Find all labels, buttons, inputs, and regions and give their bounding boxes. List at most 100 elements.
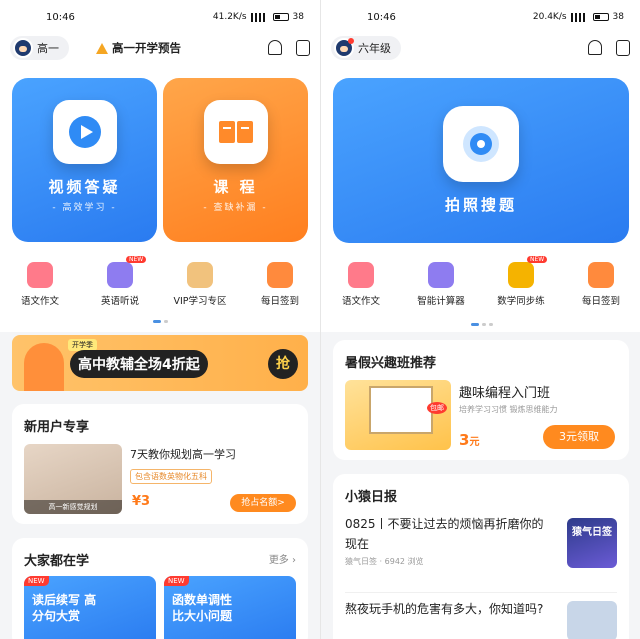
section-title: 小猿日报 <box>345 490 398 505</box>
new-user-card: 新用户专享 高一新感觉规划 7天教你规划高一学习 包含语数英物化五科 ¥3 抢占… <box>12 404 308 524</box>
photo-search-card[interactable]: 拍照搜题 <box>333 78 629 243</box>
course-price: ¥3 <box>132 494 151 509</box>
status-bar: 10:46 20.4K/s 38 <box>321 0 640 34</box>
essay-icon <box>348 262 374 288</box>
notice-link[interactable]: 高一开学预告 <box>96 40 181 56</box>
interest-desc: 培养学习习惯 锻炼思维能力 <box>459 405 558 414</box>
network-speed: 41.2K/s <box>212 12 247 22</box>
bell-icon[interactable] <box>588 40 602 55</box>
popular-item[interactable]: NEW 读后续写 高分句大赏 <box>24 576 156 639</box>
grade-label: 六年级 <box>358 42 391 55</box>
news-thumbnail: 猿气日签 <box>567 518 617 568</box>
course-card[interactable]: 课 程 - 查缺补漏 - <box>163 78 308 242</box>
more-link[interactable]: 更多 › <box>269 551 296 566</box>
interest-course-name: 趣味编程入门班 <box>459 386 551 401</box>
quick-item-calculator[interactable]: 智能计算器 <box>401 262 481 322</box>
avatar <box>13 38 33 58</box>
right-screen: 10:46 20.4K/s 38 六年级 拍照搜题 语文作文 智能计算器 NEW 数… <box>320 0 640 639</box>
news-title: 0825丨不要让过去的烦恼再折磨你的现在 <box>345 517 544 551</box>
quick-item-essay[interactable]: 语文作文 <box>321 262 401 322</box>
bell-icon[interactable] <box>268 40 282 55</box>
video-qa-card[interactable]: 视频答疑 - 高效学习 - <box>12 78 157 242</box>
quick-label: 智能计算器 <box>417 296 465 307</box>
interest-price: 3 <box>459 431 470 449</box>
video-qa-title: 视频答疑 <box>48 178 121 196</box>
interest-unit: 元 <box>469 437 480 448</box>
quick-label: VIP学习专区 <box>173 296 227 307</box>
new-badge: NEW <box>527 256 548 263</box>
document-icon[interactable] <box>616 40 630 56</box>
course-sub: - 查缺补漏 - <box>203 203 268 213</box>
calendar-icon <box>267 262 293 288</box>
network-speed: 20.4K/s <box>532 12 567 22</box>
news-item[interactable]: 熬夜玩手机的危害有多大，你知道吗? <box>345 592 617 639</box>
status-time: 10:46 <box>367 11 396 23</box>
page-indicator <box>471 323 493 326</box>
quick-menu: 语文作文 智能计算器 NEW 数学同步练 每日签到 <box>321 256 640 322</box>
signal-icon <box>250 12 269 22</box>
mascot-image <box>24 343 64 391</box>
quick-label: 语文作文 <box>20 296 59 307</box>
warning-icon <box>96 42 108 54</box>
course-name: 7天教你规划高一学习 <box>130 448 236 461</box>
course-title: 课 程 <box>213 178 258 196</box>
section-title: 新用户专享 <box>24 420 90 435</box>
new-badge: NEW <box>24 576 49 586</box>
grab-button[interactable]: 抢 <box>268 349 298 379</box>
claim-button[interactable]: 抢占名额> <box>230 494 296 512</box>
section-title: 大家都在学 <box>24 554 90 569</box>
more-label: 更多 <box>268 555 289 566</box>
popular-item[interactable]: NEW 函数单调性 比大小问题 <box>164 576 296 639</box>
interest-card: 暑假兴趣班推荐 包邮 趣味编程入门班 培养学习习惯 锻炼思维能力 3元 3元领取 <box>333 340 629 460</box>
headphone-icon <box>107 262 133 288</box>
top-bar: 高一 高一开学预告 <box>0 34 320 62</box>
calendar-icon <box>588 262 614 288</box>
document-icon[interactable] <box>296 40 310 56</box>
quick-label: 语文作文 <box>341 296 380 307</box>
status-bar: 10:46 41.2K/s 38 <box>0 0 320 34</box>
quick-item-essay[interactable]: 语文作文 <box>0 262 80 322</box>
battery-icon <box>592 13 609 21</box>
new-badge: NEW <box>126 256 147 263</box>
course-tag: 包含语数英物化五科 <box>130 469 212 484</box>
grade-selector[interactable]: 六年级 <box>331 36 401 60</box>
quick-item-vip[interactable]: VIP学习专区 <box>160 262 240 322</box>
quick-item-checkin[interactable]: 每日签到 <box>561 262 640 322</box>
news-views: 6942 浏览 <box>384 557 424 566</box>
course-thumbnail[interactable]: 高一新感觉规划 <box>24 444 122 514</box>
news-thumbnail <box>567 601 617 639</box>
thumb-text: 猿气日签 <box>572 527 612 538</box>
quick-label: 数学同步练 <box>497 296 545 307</box>
essay-icon <box>27 262 53 288</box>
interest-thumbnail[interactable]: 包邮 <box>345 380 451 450</box>
news-source: 猿气日签 <box>345 557 377 566</box>
vip-icon <box>187 262 213 288</box>
promo-text: 高中教辅全场4折起 <box>70 350 208 378</box>
quick-label: 英语听说 <box>100 296 139 307</box>
quick-label: 每日签到 <box>260 296 299 307</box>
math-icon <box>508 262 534 288</box>
popular-item-title: 函数单调性 比大小问题 <box>172 593 233 623</box>
quick-item-english[interactable]: NEW 英语听说 <box>80 256 160 322</box>
avatar <box>334 38 354 58</box>
quick-item-checkin[interactable]: 每日签到 <box>240 262 320 322</box>
battery-level: 38 <box>612 12 624 22</box>
quick-item-math[interactable]: NEW 数学同步练 <box>481 256 561 322</box>
claim-button[interactable]: 3元领取 <box>543 425 615 449</box>
battery-icon <box>272 13 289 21</box>
book-icon <box>203 100 268 164</box>
promo-banner[interactable]: 开学季 高中教辅全场4折起 抢 <box>12 335 308 391</box>
play-icon <box>52 100 117 164</box>
news-item[interactable]: 0825丨不要让过去的烦恼再折磨你的现在 猿气日签 · 6942 浏览 猿气日签 <box>345 514 617 576</box>
thumb-tag: 包邮 <box>427 402 447 414</box>
popular-item-title: 读后续写 高分句大赏 <box>32 593 97 623</box>
news-title: 熬夜玩手机的危害有多大，你知道吗? <box>345 602 544 616</box>
popular-card: 大家都在学 更多 › NEW 读后续写 高分句大赏 NEW 函数单调性 比大小问… <box>12 538 308 639</box>
notification-dot <box>348 38 354 44</box>
notice-text: 高一开学预告 <box>112 41 181 55</box>
photo-search-title: 拍照搜题 <box>444 196 517 214</box>
calculator-icon <box>428 262 454 288</box>
daily-news-card: 小猿日报 0825丨不要让过去的烦恼再折磨你的现在 猿气日签 · 6942 浏览… <box>333 474 629 639</box>
grade-selector[interactable]: 高一 <box>10 36 69 60</box>
top-bar: 六年级 <box>321 34 640 62</box>
